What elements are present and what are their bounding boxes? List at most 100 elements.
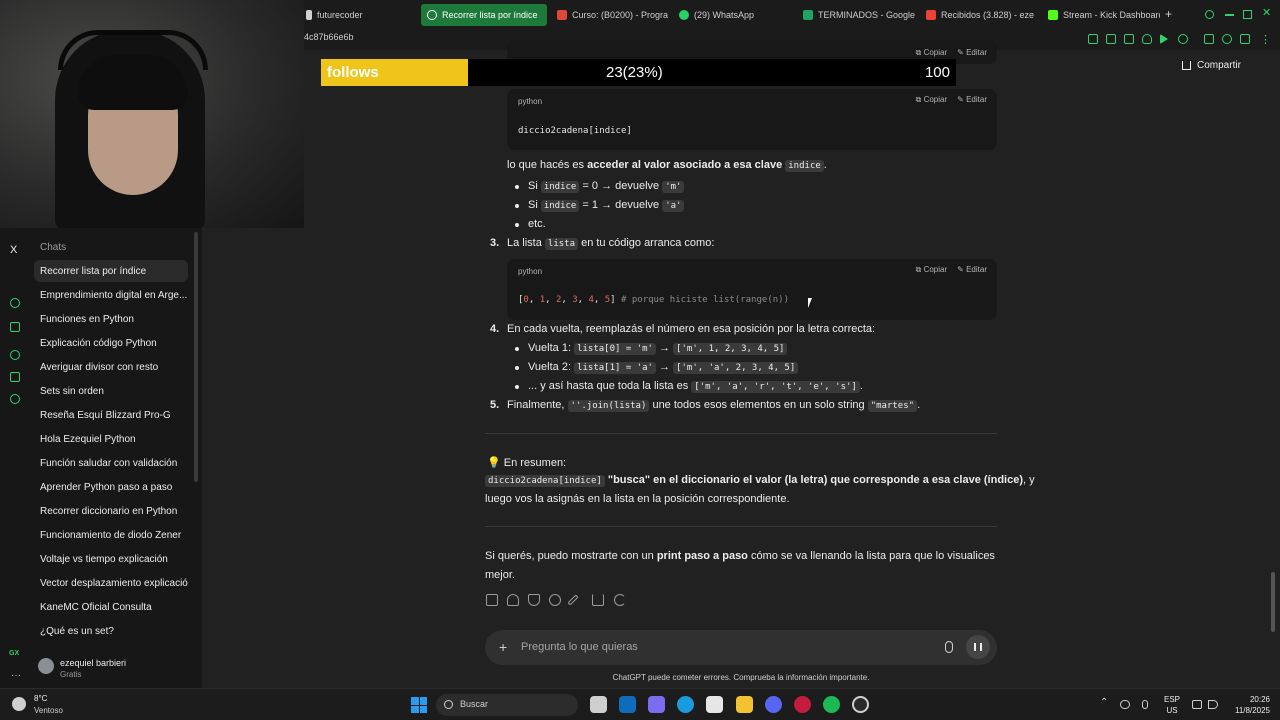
voice-mode-button[interactable] xyxy=(966,635,990,659)
obs-icon[interactable] xyxy=(852,696,869,713)
messenger-icon[interactable] xyxy=(10,298,20,308)
sidebar-chat-item[interactable]: Aprender Python paso a paso xyxy=(34,476,188,498)
edge-icon[interactable] xyxy=(677,696,694,713)
microphone-icon[interactable] xyxy=(945,641,953,653)
outlook-icon[interactable] xyxy=(619,696,636,713)
heart-icon[interactable] xyxy=(1178,34,1188,44)
sidebar-chat-item[interactable]: Hola Ezequiel Python xyxy=(34,428,188,450)
composer: + xyxy=(485,630,997,665)
user-profile[interactable]: ezequiel barbieri Gratis xyxy=(38,656,198,682)
sidebar-chat-item[interactable]: Funciones en Python xyxy=(34,308,188,330)
file-explorer-icon[interactable] xyxy=(736,696,753,713)
main-scrollbar[interactable] xyxy=(1271,572,1275,632)
sidebar-chat-item[interactable]: KaneMC Oficial Consulta xyxy=(34,596,188,618)
weather-description[interactable]: Ventoso xyxy=(34,706,63,715)
chevron-up-icon[interactable]: ⌃ xyxy=(1100,697,1108,708)
tab-google-sheets[interactable]: TERMINADOS - Google xyxy=(797,4,915,26)
volume-icon[interactable] xyxy=(1208,700,1218,709)
player-icon[interactable] xyxy=(10,322,20,332)
sidebar-chat-item[interactable]: Recorrer diccionario en Python xyxy=(34,500,188,522)
split-view-icon[interactable] xyxy=(1106,34,1116,44)
language-indicator[interactable]: ESP US xyxy=(1164,694,1180,716)
close-icon[interactable]: ✕ xyxy=(1262,8,1271,19)
gx-icon[interactable]: GX xyxy=(9,650,19,657)
settings-icon[interactable] xyxy=(10,394,20,404)
clock[interactable]: 20:26 11/8/2025 xyxy=(1226,694,1270,716)
extensions-icon[interactable] xyxy=(1204,34,1214,44)
sidebar-chat-item[interactable]: Emprendimiento digital en Arge... xyxy=(34,284,188,306)
thumbs-down-icon[interactable] xyxy=(528,594,540,606)
weather-icon[interactable] xyxy=(12,697,26,711)
prompt-input[interactable] xyxy=(521,638,921,656)
task-view-icon[interactable] xyxy=(590,696,607,713)
sidebar-chat-item[interactable]: Reseña Esquí Blizzard Pro-G xyxy=(34,404,188,426)
maximize-icon[interactable] xyxy=(1243,10,1252,19)
taskbar-search[interactable]: Buscar xyxy=(436,694,578,716)
code-block-2: python ⧉ Copiar ✎ Editar [0, 1, 2, 3, 4,… xyxy=(507,259,997,320)
thumbs-up-icon[interactable] xyxy=(507,594,519,606)
sidebar-chat-item[interactable]: Función saludar con validación xyxy=(34,452,188,474)
opera-gx-icon[interactable] xyxy=(794,696,811,713)
edit-button[interactable]: ✎ Editar xyxy=(957,265,987,275)
tab-recorrer-lista[interactable]: Recorrer lista por índice xyxy=(421,4,547,26)
vuelta-1: Vuelta 1: lista[0] = 'm' → ['m', 1, 2, 3… xyxy=(528,342,788,355)
tab-kick[interactable]: Stream - Kick Dashboard xyxy=(1042,4,1160,26)
tab-whatsapp[interactable]: (29) WhatsApp xyxy=(673,4,791,26)
share-button[interactable]: Compartir xyxy=(1182,60,1241,71)
tab-curso[interactable]: Curso: (B0200) - Progra xyxy=(551,4,669,26)
sidebar-chat-item[interactable]: Vector desplazamiento explicación xyxy=(34,572,188,594)
edit-button[interactable]: ✎ Editar xyxy=(957,95,987,105)
whatsapp-icon xyxy=(679,10,689,20)
share-message-icon[interactable] xyxy=(592,594,604,606)
list-number-5: 5. xyxy=(490,399,500,411)
new-tab-icon[interactable]: + xyxy=(1165,8,1172,20)
regenerate-icon[interactable] xyxy=(614,594,626,606)
sidebar-chat-item[interactable]: Sets sin orden xyxy=(34,380,188,402)
screenshot-icon[interactable] xyxy=(1124,34,1134,44)
plus-icon[interactable]: + xyxy=(499,639,507,655)
sidebar-chat-item[interactable]: Recorrer lista por índice xyxy=(34,260,188,282)
edit-button[interactable]: ✎ Editar xyxy=(957,48,987,58)
microphone-tray-icon[interactable] xyxy=(1142,700,1148,709)
sidebar-chat-item[interactable]: Averiguar divisor con resto xyxy=(34,356,188,378)
download-icon[interactable] xyxy=(1240,34,1250,44)
chats-title: Chats xyxy=(40,242,67,253)
sidebar-chat-item[interactable]: Voltaje vs tiempo explicación xyxy=(34,548,188,570)
profile-icon[interactable] xyxy=(1222,34,1232,44)
sidebar-chat-item[interactable]: Explicación código Python xyxy=(34,332,188,354)
store-icon[interactable] xyxy=(706,696,723,713)
sidebar-chat-item[interactable]: Funcionamiento de diodo Zener xyxy=(34,524,188,546)
onedrive-icon[interactable] xyxy=(1120,700,1130,709)
sidebar-scrollbar[interactable] xyxy=(194,232,198,482)
sidebar-chat-item[interactable]: ¿Qué es un set? xyxy=(34,620,188,642)
search-tabs-icon[interactable] xyxy=(1205,10,1214,19)
copy-button[interactable]: ⧉ Copiar xyxy=(916,265,948,275)
more-icon[interactable]: ··· xyxy=(11,670,21,681)
menu-icon[interactable]: ⋮ xyxy=(1260,33,1271,46)
x-icon[interactable]: X xyxy=(10,244,17,256)
extensions-strip-icon[interactable] xyxy=(10,372,20,382)
url-text[interactable]: 4c87b66e6b xyxy=(304,32,354,42)
history-icon[interactable] xyxy=(10,350,20,360)
gmail-icon xyxy=(926,10,936,20)
tab-futurecoder[interactable]: futurecoder xyxy=(300,4,415,26)
network-icon[interactable] xyxy=(1192,700,1202,709)
shield-icon[interactable] xyxy=(1142,34,1152,44)
windows-start-icon[interactable] xyxy=(411,697,427,713)
bullet xyxy=(515,366,519,370)
discord-icon[interactable] xyxy=(765,696,782,713)
copy-button[interactable]: ⧉ Copiar xyxy=(916,95,948,105)
spotify-icon[interactable] xyxy=(823,696,840,713)
copy-icon: ⧉ xyxy=(915,95,924,104)
weather-temperature[interactable]: 8°C xyxy=(34,694,47,703)
read-aloud-icon[interactable] xyxy=(549,594,561,606)
sidebar-toggle-icon[interactable] xyxy=(1088,34,1098,44)
play-icon[interactable] xyxy=(1160,34,1168,44)
offer-line-2: mejor. xyxy=(485,569,515,581)
cursor-icon xyxy=(808,298,816,308)
minimize-icon[interactable] xyxy=(1225,14,1234,16)
copy-button[interactable]: ⧉ Copiar xyxy=(916,48,948,58)
copy-message-icon[interactable] xyxy=(486,594,498,606)
tab-gmail[interactable]: Recibidos (3.828) - eze xyxy=(920,4,1038,26)
copilot-icon[interactable] xyxy=(648,696,665,713)
